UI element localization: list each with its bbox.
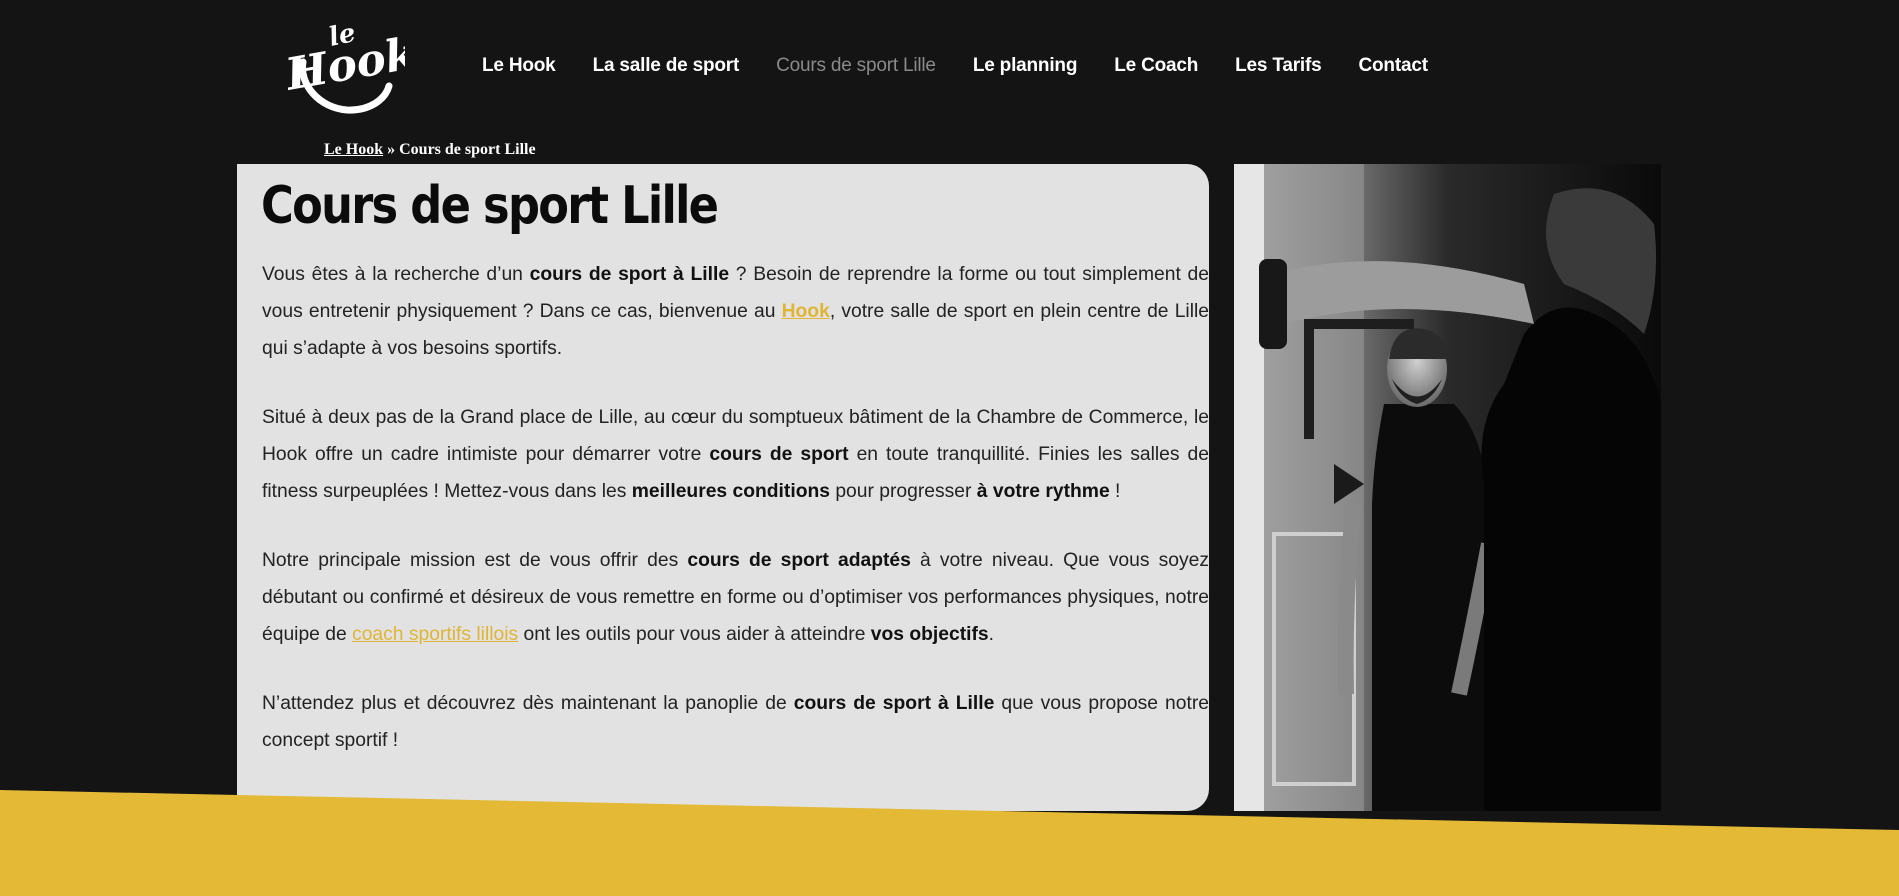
- cta-paragraph: N’attendez plus et découvrez dès mainten…: [262, 685, 1209, 759]
- main-navigation: Le Hook La salle de sport Cours de sport…: [482, 55, 1465, 77]
- bold-text: vos objectifs: [870, 624, 989, 645]
- location-paragraph: Situé à deux pas de la Grand place de Li…: [262, 399, 1209, 510]
- bold-text: cours de sport à Lille: [793, 693, 995, 714]
- boxing-coach-photo: [1234, 164, 1661, 811]
- nav-item-salle-de-sport[interactable]: La salle de sport: [593, 55, 740, 77]
- text: ont les outils pour vous aider à atteind…: [518, 624, 871, 645]
- text: Notre principale mission est de vous off…: [262, 550, 688, 571]
- breadcrumb-separator: »: [383, 141, 400, 158]
- intro-paragraph: Vous êtes à la recherche d’un cours de s…: [262, 256, 1209, 367]
- yellow-section-band: [0, 790, 1899, 896]
- text: .: [988, 624, 995, 645]
- nav-item-planning[interactable]: Le planning: [973, 55, 1078, 77]
- breadcrumb-current: Cours de sport Lille: [399, 141, 536, 158]
- bold-text: cours de sport à Lille: [529, 264, 730, 285]
- bold-text: meilleures conditions: [631, 481, 830, 502]
- nav-item-le-hook[interactable]: Le Hook: [482, 55, 556, 77]
- nav-item-tarifs[interactable]: Les Tarifs: [1235, 55, 1322, 77]
- text: Vous êtes à la recherche d’un: [262, 264, 530, 285]
- text: pour progresser: [829, 481, 977, 502]
- text: N’attendez plus et découvrez dès mainten…: [262, 693, 794, 714]
- bold-text: cours de sport: [709, 444, 849, 465]
- le-hook-logo[interactable]: le Hook: [285, 16, 405, 120]
- bold-text: cours de sport adaptés: [687, 550, 911, 571]
- breadcrumb-home-link[interactable]: Le Hook: [324, 141, 383, 158]
- coach-sportifs-link[interactable]: coach sportifs lillois: [352, 624, 518, 645]
- breadcrumb: Le Hook » Cours de sport Lille: [324, 141, 536, 159]
- page-title: Cours de sport Lille: [261, 176, 719, 236]
- nav-item-coach[interactable]: Le Coach: [1114, 55, 1198, 77]
- bold-text: à votre rythme: [976, 481, 1110, 502]
- text: !: [1109, 481, 1121, 502]
- content-card: Cours de sport Lille Vous êtes à la rech…: [237, 164, 1209, 811]
- mission-paragraph: Notre principale mission est de vous off…: [262, 542, 1209, 653]
- nav-item-cours-de-sport[interactable]: Cours de sport Lille: [776, 55, 936, 77]
- hook-link[interactable]: Hook: [782, 301, 830, 322]
- nav-item-contact[interactable]: Contact: [1359, 55, 1429, 77]
